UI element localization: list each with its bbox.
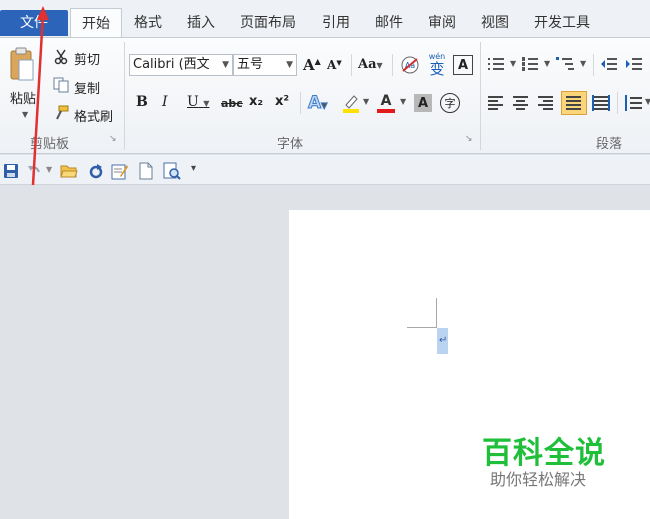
customize-toolbar-icon[interactable]: ▾	[191, 163, 196, 174]
grow-font-button[interactable]: A▲	[303, 56, 321, 74]
strikethrough-button[interactable]: abc	[221, 97, 243, 110]
redo-icon[interactable]	[87, 162, 105, 180]
tab-home[interactable]: 开始	[70, 8, 122, 38]
watermark-subtitle: 助你轻松解决	[490, 470, 587, 489]
numbering-dropdown-icon[interactable]: ▼	[544, 59, 550, 68]
italic-button[interactable]: I	[162, 94, 168, 110]
justify-icon	[565, 95, 585, 111]
print-preview-icon[interactable]	[162, 161, 182, 181]
divider	[351, 54, 352, 76]
divider	[593, 54, 594, 76]
group-divider	[124, 42, 125, 150]
paragraph-group-label: 段落	[596, 137, 623, 152]
chevron-down-icon: ▼	[286, 60, 293, 70]
tab-insert[interactable]: 插入	[187, 10, 215, 36]
tab-references[interactable]: 引用	[322, 10, 350, 36]
copy-button[interactable]: 复制	[74, 78, 100, 97]
character-shading-icon[interactable]: A	[414, 94, 432, 112]
text-effects-button[interactable]: A▼	[307, 93, 327, 114]
font-size-value: 五号	[237, 57, 264, 72]
superscript-button[interactable]: x²	[275, 94, 289, 109]
tab-mailings[interactable]: 邮件	[375, 10, 403, 36]
text-cursor-selection[interactable]: ↵	[437, 328, 448, 354]
font-dialog-launcher-icon[interactable]: ↘	[465, 134, 473, 144]
chevron-down-icon: ▼	[222, 60, 229, 70]
font-group-label: 字体	[277, 137, 304, 152]
document-page[interactable]	[289, 210, 650, 519]
ribbon-tab-bar: 文件 开始 格式 插入 页面布局 引用 邮件 审阅 视图 开发工具	[0, 0, 650, 38]
highlight-dropdown-icon[interactable]: ▼	[363, 97, 369, 106]
multilevel-dropdown-icon[interactable]: ▼	[580, 59, 586, 68]
tab-developer[interactable]: 开发工具	[534, 10, 590, 36]
change-case-button[interactable]: Aa▼	[358, 57, 383, 72]
cut-button[interactable]: 剪切	[74, 49, 100, 68]
format-painter-button[interactable]: 格式刷	[74, 106, 113, 125]
divider	[392, 54, 393, 76]
highlight-icon[interactable]	[341, 92, 361, 114]
shrink-font-button[interactable]: A▼	[327, 58, 342, 72]
open-icon[interactable]	[59, 162, 79, 180]
justify-button[interactable]	[561, 91, 587, 115]
bullets-icon[interactable]	[488, 56, 508, 72]
font-name-combo[interactable]: Calibri (西文 ▼	[129, 54, 233, 76]
group-divider	[480, 42, 481, 150]
new-doc-icon[interactable]	[137, 161, 155, 181]
align-right-icon[interactable]	[537, 95, 557, 111]
edit-icon[interactable]	[110, 161, 130, 181]
paragraph-mark-icon: ↵	[439, 335, 448, 346]
bold-button[interactable]: B	[136, 94, 148, 110]
font-color-dropdown-icon[interactable]: ▼	[400, 97, 406, 106]
underline-button[interactable]: U ▼	[187, 94, 209, 110]
enclose-characters-icon[interactable]: 字	[440, 93, 460, 113]
subscript-button[interactable]: x₂	[249, 94, 263, 109]
tab-review[interactable]: 审阅	[428, 10, 456, 36]
clear-format-icon[interactable]: Aa	[399, 54, 421, 76]
font-name-value: Calibri (西文	[133, 57, 210, 72]
divider	[300, 92, 301, 114]
tab-view[interactable]: 视图	[481, 10, 509, 36]
clipboard-dialog-launcher-icon[interactable]: ↘	[109, 134, 117, 144]
font-color-icon[interactable]: A	[375, 92, 397, 114]
annotation-arrow-icon	[31, 6, 49, 186]
tab-page-layout[interactable]: 页面布局	[240, 10, 296, 36]
tab-format[interactable]: 格式	[134, 10, 162, 36]
divider	[617, 92, 618, 114]
margin-mark-horizontal	[407, 327, 437, 328]
numbering-icon[interactable]	[522, 56, 542, 72]
align-left-icon[interactable]	[487, 95, 507, 111]
character-border-icon[interactable]: A	[453, 55, 473, 75]
font-size-combo[interactable]: 五号 ▼	[233, 54, 297, 76]
margin-mark-vertical	[436, 298, 437, 328]
bullets-dropdown-icon[interactable]: ▼	[510, 59, 516, 68]
decrease-indent-icon[interactable]	[601, 56, 621, 72]
increase-indent-icon[interactable]	[626, 56, 646, 72]
multilevel-icon[interactable]	[556, 56, 576, 72]
phonetic-guide-icon[interactable]: wén 变	[425, 52, 449, 78]
align-center-icon[interactable]	[512, 95, 532, 111]
line-spacing-icon[interactable]	[624, 95, 644, 111]
line-spacing-dropdown-icon[interactable]: ▼	[645, 97, 650, 106]
distributed-icon[interactable]	[592, 95, 612, 111]
